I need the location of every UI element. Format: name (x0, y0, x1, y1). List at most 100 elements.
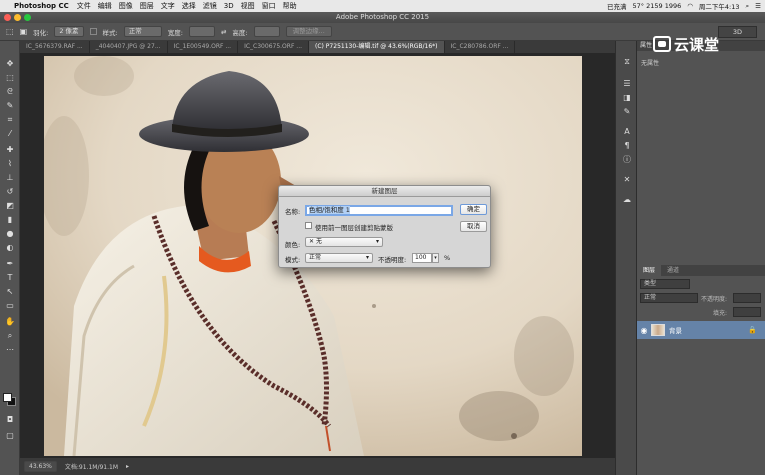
style-select[interactable]: 正常 (123, 26, 162, 37)
type-tool-icon[interactable]: T (5, 273, 15, 283)
menu-filter[interactable]: 滤镜 (203, 1, 217, 11)
properties-panel-body (637, 67, 765, 267)
info-panel-icon[interactable]: ⓘ (622, 155, 632, 165)
move-tool-icon[interactable]: ✥ (5, 59, 15, 69)
document-tab[interactable]: IC_C280786.ORF ... (445, 41, 516, 53)
refine-edge-button[interactable]: 调整边缘... (285, 26, 332, 37)
opacity-label: 不透明度: (701, 296, 728, 303)
width-input[interactable] (188, 26, 215, 37)
document-tab[interactable]: _4040407.JPG @ 27... (90, 41, 168, 53)
zoom-level-field[interactable]: 43.63% (24, 461, 57, 472)
properties-tab[interactable]: 属性 (640, 41, 652, 51)
ok-button[interactable]: 确定 (460, 204, 487, 215)
document-size-info[interactable]: 文档:91.1M/91.1M (65, 462, 118, 471)
cloud-panel-icon[interactable]: ☁ (622, 195, 632, 205)
more-tools-icon[interactable]: ⋯ (5, 345, 15, 355)
clone-stamp-tool-icon[interactable]: ⊥ (5, 173, 15, 183)
paragraph-panel-icon[interactable]: ¶ (622, 141, 632, 151)
feather-label: 羽化: (33, 28, 49, 37)
cancel-button[interactable]: 取消 (460, 221, 487, 232)
status-arrow-icon[interactable]: ▸ (126, 463, 129, 470)
crop-tool-icon[interactable]: ⌗ (5, 115, 15, 125)
hand-tool-icon[interactable]: ✋ (5, 317, 15, 327)
brush-tool-icon[interactable]: ⌇ (5, 159, 15, 169)
document-tab-active[interactable]: (C) P7251130-编辑.tif @ 43.6%(RGB/16*) (309, 41, 445, 53)
eyedropper-tool-icon[interactable]: ⁄ (5, 129, 15, 139)
fill-label: 填充: (713, 310, 728, 317)
fill-input[interactable] (733, 307, 761, 317)
tab-layers[interactable]: 图层 (637, 265, 662, 276)
history-brush-tool-icon[interactable]: ↺ (5, 187, 15, 197)
tools-preset-icon[interactable]: ✕ (622, 175, 632, 185)
clock[interactable]: 周二下午4:13 (699, 1, 740, 11)
feather-input[interactable]: 2 像素 (54, 26, 84, 37)
minimize-window-button[interactable] (14, 14, 21, 21)
opacity-unit: % (444, 254, 451, 262)
shape-tool-icon[interactable]: ▭ (5, 301, 15, 311)
window-title: Adobe Photoshop CC 2015 (335, 13, 430, 21)
menu-file[interactable]: 文件 (77, 1, 91, 11)
pen-tool-icon[interactable]: ✒ (5, 259, 15, 269)
quick-mask-icon[interactable]: ◘ (5, 415, 15, 425)
search-icon[interactable]: ⌕ (746, 2, 750, 11)
color-select[interactable]: ✕ 无 (305, 237, 383, 247)
menu-3d[interactable]: 3D (224, 2, 234, 10)
brush-panel-icon[interactable]: ✎ (622, 107, 632, 117)
lasso-tool-icon[interactable]: ᘓ (5, 87, 15, 97)
adjustments-panel-icon[interactable]: ☰ (622, 79, 632, 89)
battery-status[interactable]: 已充满 (607, 1, 627, 11)
lock-icon[interactable]: 🔒 (748, 326, 757, 334)
menu-edit[interactable]: 编辑 (98, 1, 112, 11)
menu-type[interactable]: 文字 (161, 1, 175, 11)
layer-name[interactable]: 背景 (669, 325, 682, 335)
eraser-tool-icon[interactable]: ◩ (5, 201, 15, 211)
mode-select[interactable]: 正常 (305, 253, 373, 263)
selection-mode-icon[interactable]: ▣ (20, 27, 28, 36)
history-panel-icon[interactable]: ⧖ (622, 57, 632, 67)
layer-name-input[interactable]: 色相/饱和度 1 (305, 205, 453, 216)
height-input[interactable] (253, 26, 280, 37)
dodge-tool-icon[interactable]: ◐ (5, 243, 15, 253)
opacity-stepper[interactable]: ▾ (432, 253, 439, 263)
name-label: 名称: (285, 208, 301, 216)
marquee-tool-icon[interactable]: ⬚ (6, 27, 14, 36)
document-tab[interactable]: IC_C300675.ORF ... (238, 41, 310, 53)
quick-select-tool-icon[interactable]: ✎ (5, 101, 15, 111)
healing-brush-tool-icon[interactable]: ✚ (5, 145, 15, 155)
character-panel-icon[interactable]: A (622, 127, 632, 137)
menu-window[interactable]: 窗口 (262, 1, 276, 11)
tab-channels[interactable]: 通道 (661, 265, 685, 276)
menu-layer[interactable]: 图层 (140, 1, 154, 11)
swap-icon[interactable]: ⇄ (221, 28, 226, 36)
account-status[interactable]: 57° 2159 1996 (633, 2, 682, 10)
layer-row[interactable]: ◉ 背景 🔒 (637, 321, 765, 339)
properties-panel-icon[interactable]: ◨ (622, 93, 632, 103)
zoom-window-button[interactable] (24, 14, 31, 21)
path-selection-tool-icon[interactable]: ↖ (5, 287, 15, 297)
menu-help[interactable]: 帮助 (283, 1, 297, 11)
document-tab[interactable]: IC_5676379.RAF ... (20, 41, 90, 53)
zoom-tool-icon[interactable]: ⌕ (5, 331, 15, 341)
blur-tool-icon[interactable]: ● (5, 229, 15, 239)
anti-alias-checkbox[interactable] (89, 28, 97, 35)
workspace-switcher[interactable]: 3D (717, 26, 757, 38)
wifi-icon[interactable]: ◠ (687, 2, 693, 10)
marquee-tool-icon[interactable]: ⬚ (5, 73, 15, 83)
blend-mode-select[interactable]: 正常 (640, 293, 698, 303)
screen-mode-icon[interactable]: ▢ (5, 431, 15, 441)
layer-kind-filter[interactable]: 类型 (640, 279, 690, 289)
list-icon[interactable]: ☰ (755, 2, 761, 10)
menu-image[interactable]: 图像 (119, 1, 133, 11)
menu-select[interactable]: 选择 (182, 1, 196, 11)
opacity-input[interactable]: 100 (412, 253, 432, 263)
clipping-mask-checkbox[interactable] (305, 222, 312, 229)
width-label: 宽度: (167, 28, 183, 37)
foreground-color-swatch[interactable] (3, 393, 12, 402)
app-menu[interactable]: Photoshop CC (14, 2, 69, 10)
gradient-tool-icon[interactable]: ▮ (5, 215, 15, 225)
close-window-button[interactable] (4, 14, 11, 21)
menu-view[interactable]: 视图 (241, 1, 255, 11)
opacity-input[interactable] (733, 293, 761, 303)
eye-icon[interactable]: ◉ (637, 326, 651, 335)
document-tab[interactable]: IC_1E00549.ORF ... (168, 41, 239, 53)
